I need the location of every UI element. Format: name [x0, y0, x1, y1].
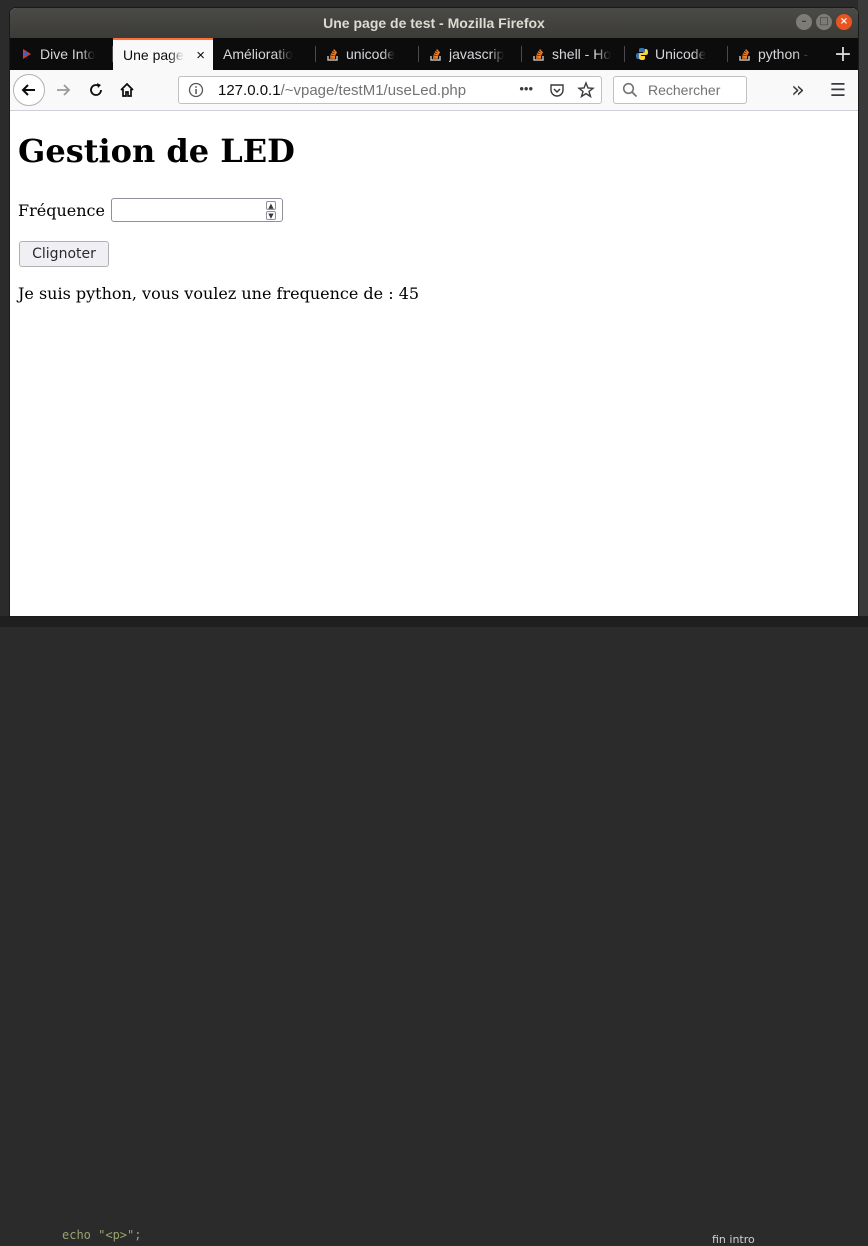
pocket-icon[interactable]	[549, 82, 565, 98]
forward-button[interactable]	[47, 74, 79, 106]
spinner-down-icon[interactable]: ▼	[265, 211, 276, 220]
frequency-label: Fréquence	[18, 200, 105, 220]
url-host: 127.0.0.1	[218, 81, 281, 99]
background-editor-bottom: echo "<p>"; fin intro	[0, 616, 868, 1246]
tab-amelioration[interactable]: Amélioratio	[213, 38, 316, 70]
reload-icon	[90, 83, 102, 96]
tab-label: python -	[758, 46, 809, 62]
home-button[interactable]	[111, 74, 143, 106]
tab-unicode[interactable]: unicode	[316, 38, 419, 70]
home-icon	[120, 82, 134, 97]
blink-button[interactable]: Clignoter	[19, 241, 109, 267]
tab-bar: Dive Into Une page × Amélioratio unicode…	[10, 38, 858, 70]
maximize-button[interactable]: □	[816, 14, 832, 30]
tab-label: javascrip	[449, 46, 505, 62]
window-title: Une page de test - Mozilla Firefox	[323, 15, 545, 31]
search-bar[interactable]: Rechercher	[613, 76, 747, 104]
tab-label: Dive Into	[40, 46, 96, 62]
tab-python[interactable]: python -	[728, 38, 828, 70]
background-code-line: echo "<p>";	[62, 1228, 142, 1242]
info-icon[interactable]	[188, 82, 204, 98]
tab-label: Unicode	[655, 46, 707, 62]
search-input[interactable]: Rechercher	[648, 82, 720, 98]
back-button[interactable]	[13, 74, 45, 106]
navigation-toolbar: 127.0.0.1/~vpage/testM1/useLed.php ••• R…	[10, 70, 858, 111]
tab-label: unicode	[346, 46, 396, 62]
tab-une-page[interactable]: Une page ×	[113, 38, 213, 70]
result-text: Je suis python, vous voulez une frequenc…	[18, 284, 420, 303]
tab-javascript[interactable]: javascrip	[419, 38, 522, 70]
background-label: fin intro	[712, 1233, 755, 1246]
close-tab-icon[interactable]: ×	[196, 47, 205, 64]
tab-shell[interactable]: shell - Ho	[522, 38, 625, 70]
stackoverflow-icon	[532, 47, 546, 61]
page-content: Gestion de LED Fréquence ▲ ▼ Clignoter J…	[10, 112, 858, 616]
background-editor-left	[0, 0, 10, 627]
tab-label: shell - Ho	[552, 46, 612, 62]
back-arrow-icon	[21, 84, 35, 96]
tab-unicode-python[interactable]: Unicode	[625, 38, 728, 70]
overflow-menu-icon[interactable]: »	[782, 74, 814, 106]
background-editor-right	[858, 0, 868, 627]
reload-button[interactable]	[80, 74, 112, 106]
number-spinner[interactable]: ▲ ▼	[265, 201, 276, 221]
url-text[interactable]: 127.0.0.1/~vpage/testM1/useLed.php	[218, 82, 466, 99]
hamburger-menu-icon[interactable]: ☰	[822, 74, 854, 106]
stackoverflow-icon	[738, 47, 752, 61]
forward-arrow-icon	[57, 84, 71, 96]
page-heading: Gestion de LED	[18, 132, 295, 170]
minimize-button[interactable]: –	[796, 14, 812, 30]
dive-into-favicon	[20, 47, 34, 61]
python-icon	[635, 47, 649, 61]
bookmark-star-icon[interactable]	[577, 81, 595, 99]
frequency-input[interactable]: ▲ ▼	[110, 198, 283, 222]
spinner-up-icon[interactable]: ▲	[265, 201, 276, 210]
close-window-button[interactable]: ×	[836, 14, 852, 30]
tab-dive-into[interactable]: Dive Into	[10, 38, 113, 70]
tab-label: Une page	[123, 47, 184, 63]
stackoverflow-icon	[326, 47, 340, 61]
tab-label: Amélioratio	[223, 46, 294, 62]
new-tab-button[interactable]: +	[828, 38, 858, 70]
frequency-row: Fréquence ▲ ▼	[18, 198, 283, 222]
page-actions-icon[interactable]: •••	[519, 81, 533, 96]
firefox-window: Une page de test - Mozilla Firefox – □ ×…	[10, 8, 858, 616]
stackoverflow-icon	[429, 47, 443, 61]
url-bar[interactable]: 127.0.0.1/~vpage/testM1/useLed.php •••	[178, 76, 602, 104]
title-bar: Une page de test - Mozilla Firefox – □ ×	[10, 8, 858, 38]
url-path: /~vpage/testM1/useLed.php	[280, 81, 467, 99]
search-icon	[622, 82, 638, 98]
